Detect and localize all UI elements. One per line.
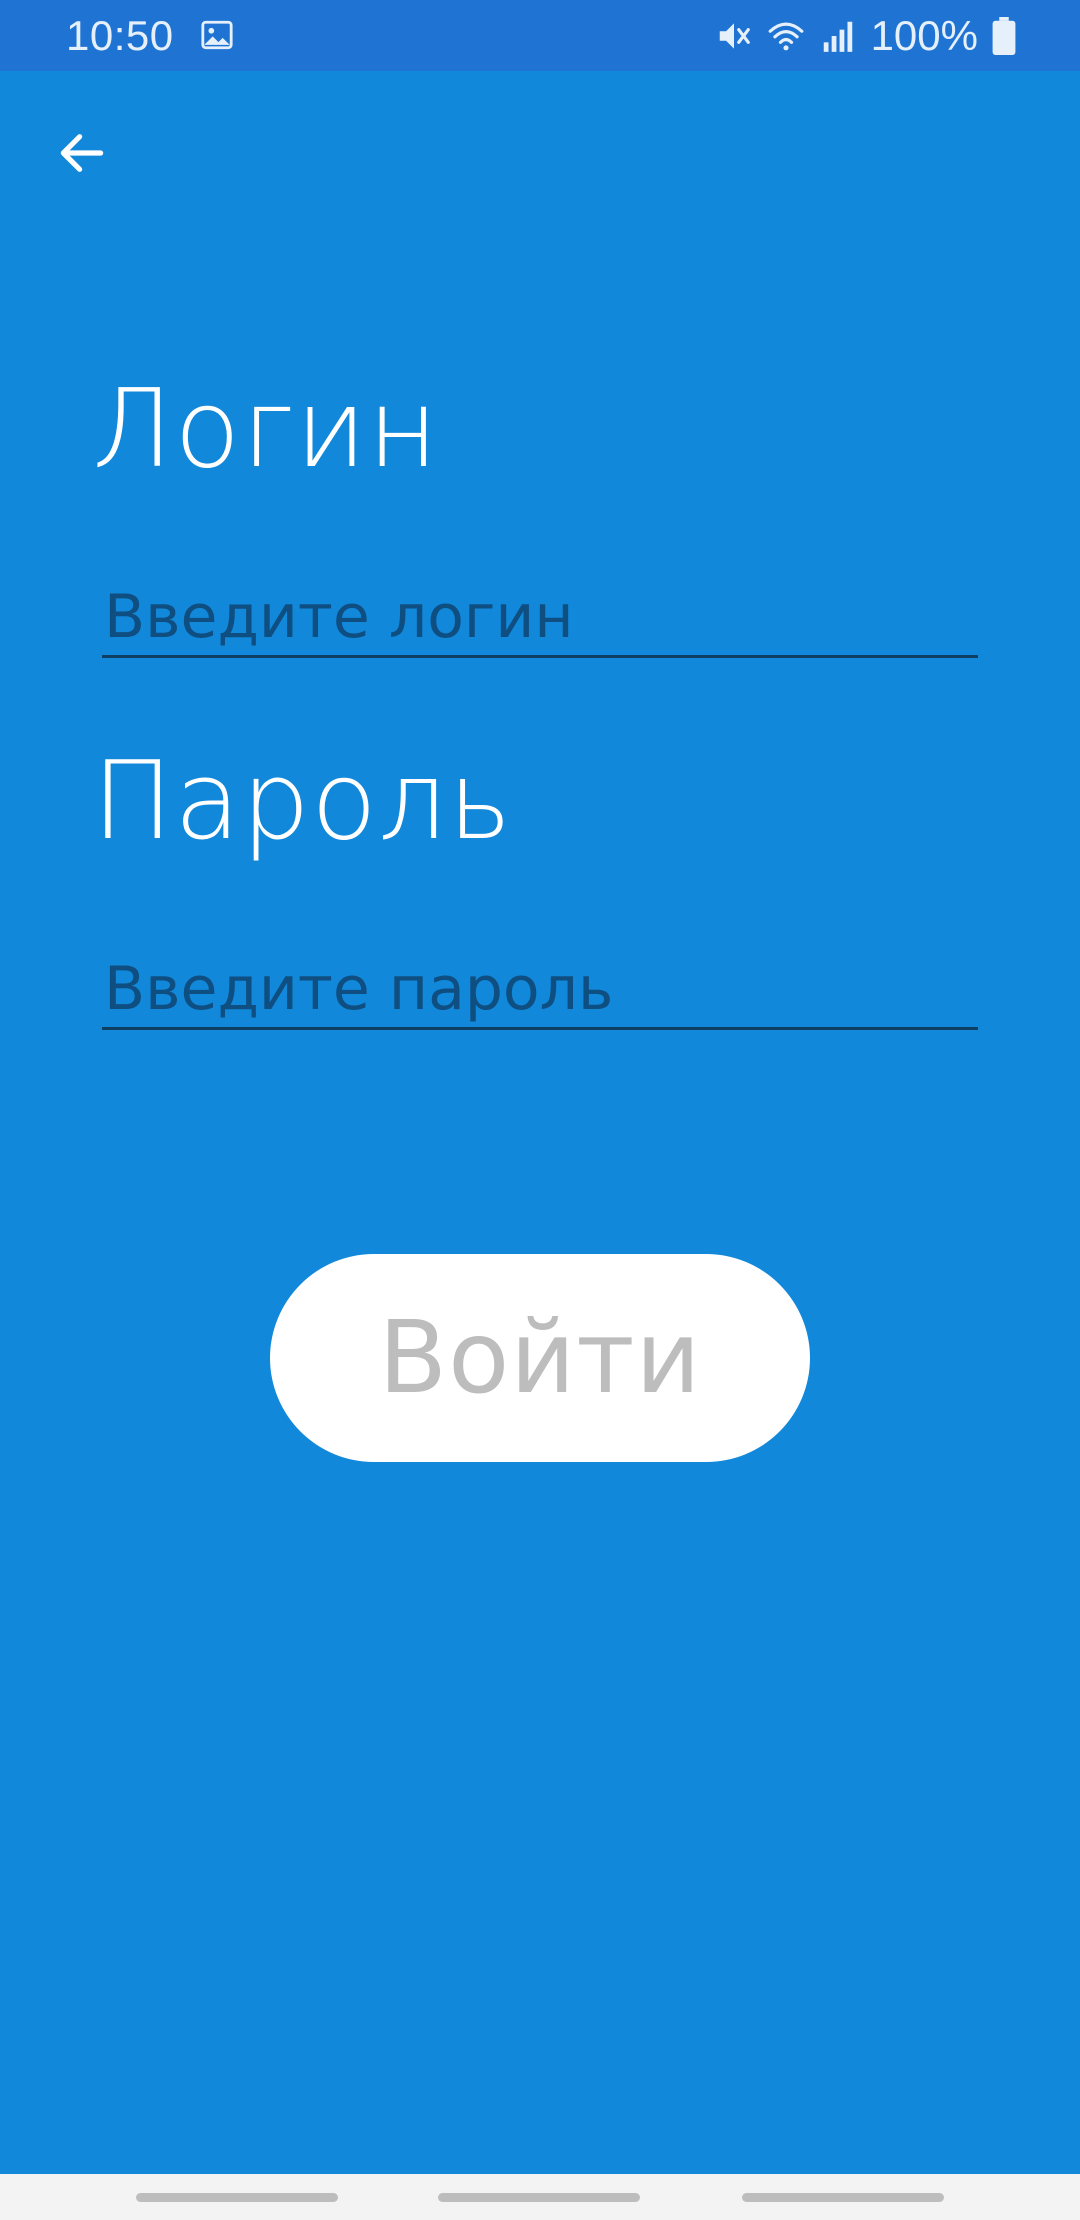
signal-icon — [823, 21, 852, 52]
wifi-icon — [768, 22, 803, 51]
arrow-left-icon — [60, 134, 104, 172]
login-input[interactable] — [102, 578, 978, 658]
battery-percent: 100% — [870, 12, 978, 59]
status-icons: 100% — [715, 12, 1016, 60]
mute-icon — [719, 23, 750, 49]
password-label: Пароль — [92, 739, 513, 864]
nav-back-button[interactable] — [742, 2193, 944, 2202]
battery-icon — [992, 17, 1016, 55]
gallery-icon — [201, 20, 233, 50]
login-label: Логин — [92, 367, 440, 492]
nav-home-button[interactable] — [438, 2193, 640, 2202]
password-input[interactable] — [102, 950, 978, 1030]
nav-recents-button[interactable] — [136, 2193, 338, 2202]
status-bar: 10:50 100% — [0, 0, 1080, 71]
back-button[interactable] — [44, 115, 120, 191]
navigation-bar — [0, 2174, 1080, 2220]
status-time: 10:50 — [66, 12, 174, 59]
login-button[interactable]: Войти — [270, 1254, 810, 1462]
